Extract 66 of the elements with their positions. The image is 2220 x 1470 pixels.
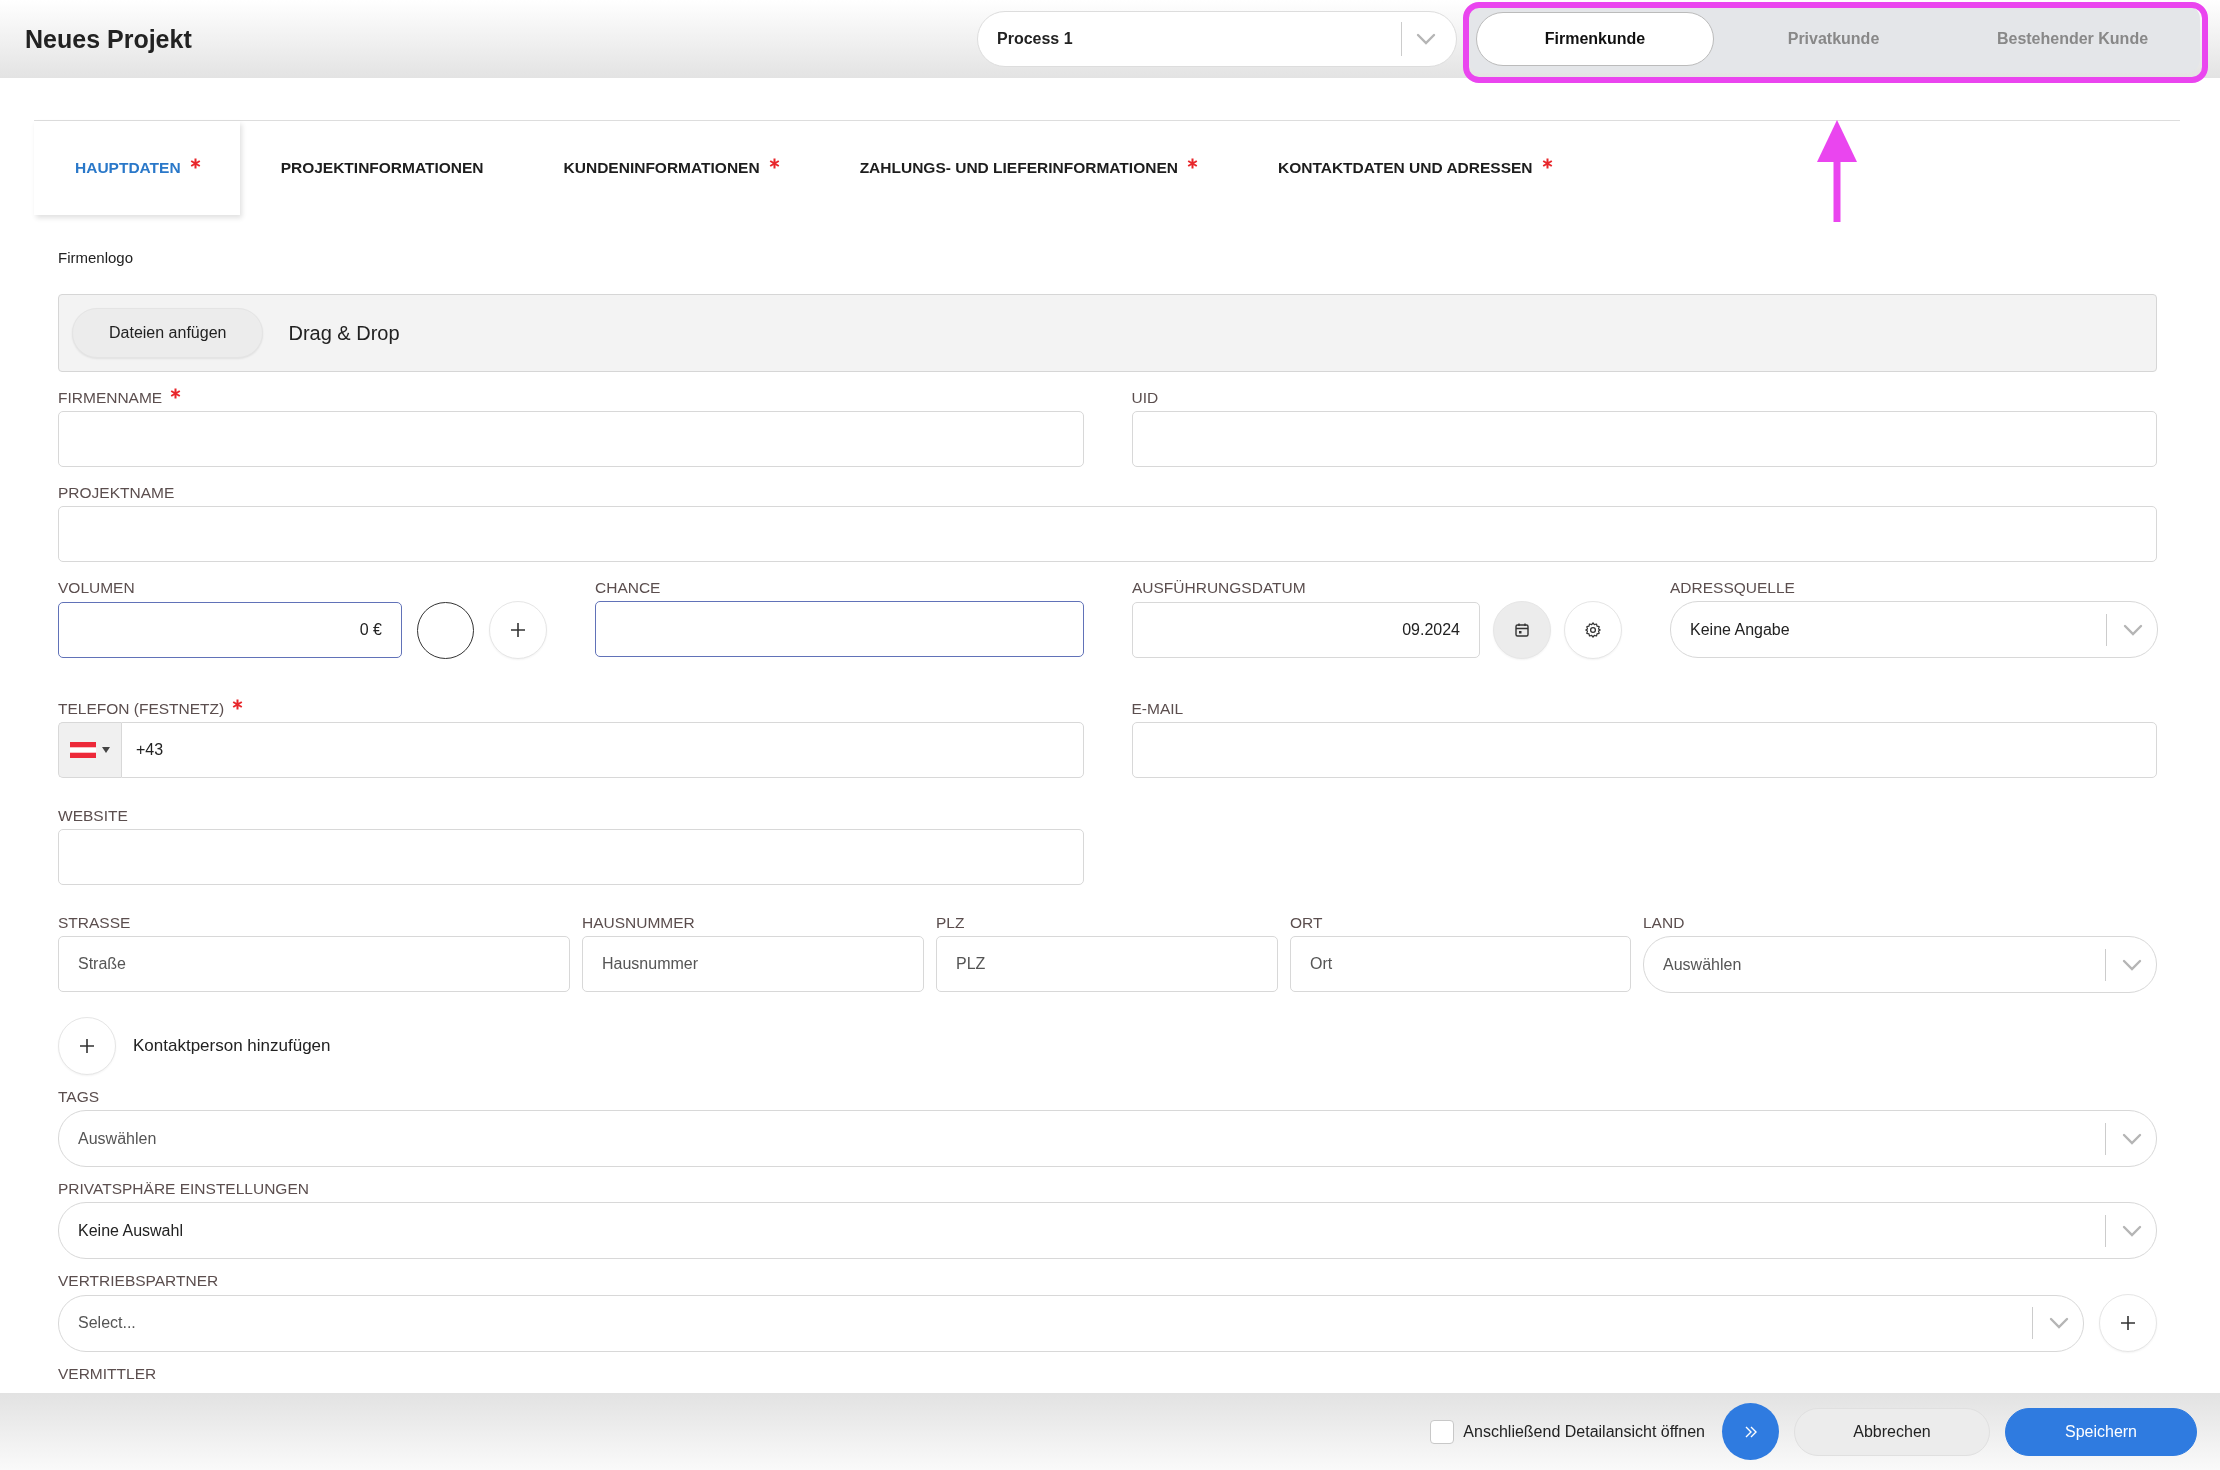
cancel-button[interactable]: Abbrechen [1794,1407,1990,1456]
select-field[interactable]: Auswählen [1643,936,2157,993]
add-button[interactable] [489,601,547,659]
checkbox[interactable] [1430,1419,1455,1444]
dropzone-hint: Drag & Drop [288,321,400,345]
next-button[interactable] [1722,1403,1779,1460]
flag-icon [70,742,96,758]
field-label: PLZ [936,914,965,932]
field-label: ADRESSQUELLE [1670,579,1795,597]
plus-icon [510,622,526,638]
select-field[interactable]: Keine Angabe [1670,601,2158,658]
field-label: Firmenlogo [58,249,135,266]
field-label: VERTRIEBSPARTNER [58,1272,219,1290]
section-tab[interactable]: KONTAKTDATEN UND ADRESSEN [1236,121,1592,215]
amount-field[interactable]: 0 € [58,602,402,658]
add-contact-label[interactable]: Kontaktperson hinzufügen [133,1036,331,1056]
field-label: STRASSE [58,914,131,932]
section-tab[interactable]: HAUPTDATEN [34,121,240,215]
calendar-button[interactable] [1493,601,1551,659]
attach-files-button[interactable]: Dateien anfügen [72,308,264,358]
settings-icon [1584,621,1602,639]
plus-icon [79,1038,95,1054]
process-select[interactable]: Process 1 [977,11,1457,67]
select-field[interactable]: Select... [58,1294,2084,1352]
chevron-down-icon [2123,623,2143,636]
section-tab[interactable]: ZAHLUNGS- UND LIEFERINFORMATIONEN [818,121,1237,215]
field-label: LAND [1643,914,1685,932]
chevron-down-icon [2122,1224,2142,1237]
field-label: PROJEKTNAME [58,484,175,502]
date-field[interactable]: 09.2024 [1132,602,1480,658]
field-label: TAGS [58,1088,100,1106]
settings-button[interactable] [1564,601,1622,659]
chevron-down-icon [2049,1317,2069,1329]
field-label: ORT [1290,914,1323,932]
circle-toggle[interactable] [417,601,474,659]
add-button[interactable] [2099,1294,2157,1352]
double-chevron-icon [1743,1424,1758,1439]
caret-icon [102,747,110,753]
field-label: PRIVATSPHÄRE EINSTELLUNGEN [58,1180,309,1198]
window-title: Neues Projekt [25,24,193,54]
field-label: FIRMENNAME [58,389,163,407]
country-dropdown[interactable] [58,722,121,778]
chevron-down-icon [2122,958,2142,971]
chevron-down-icon [2122,1132,2142,1145]
field-label: WEBSITE [58,807,128,825]
plus-icon [2120,1315,2136,1331]
field-label: HAUSNUMMER [582,914,695,932]
save-button[interactable]: Speichern [2005,1407,2197,1456]
chevron-down-icon [1416,33,1436,45]
field-label: E-MAIL [1131,700,1184,718]
select-field[interactable]: Auswählen [58,1110,2157,1167]
field-label: CHANCE [595,579,661,597]
phone-field[interactable]: +43 [121,722,1084,778]
section-tab[interactable]: KUNDENINFORMATIONEN [522,121,819,215]
field-label: VOLUMEN [58,579,135,597]
select-field[interactable]: Keine Auswahl [58,1202,2157,1259]
field-label: UID [1131,389,1159,407]
customer-type-tab[interactable]: Firmenkunde [1476,12,1714,66]
checkbox-label: Anschließend Detailansicht öffnen [1463,1422,1705,1441]
field-label: VERMITTLER [58,1365,157,1383]
calendar-icon [1514,622,1530,638]
field-label: AUSFÜHRUNGSDATUM [1132,579,1306,597]
text-field[interactable] [595,601,1084,657]
field-label: TELEFON (FESTNETZ) [58,700,225,718]
section-tab[interactable]: PROJEKTINFORMATIONEN [239,121,523,215]
add-contact-button[interactable] [58,1017,116,1075]
